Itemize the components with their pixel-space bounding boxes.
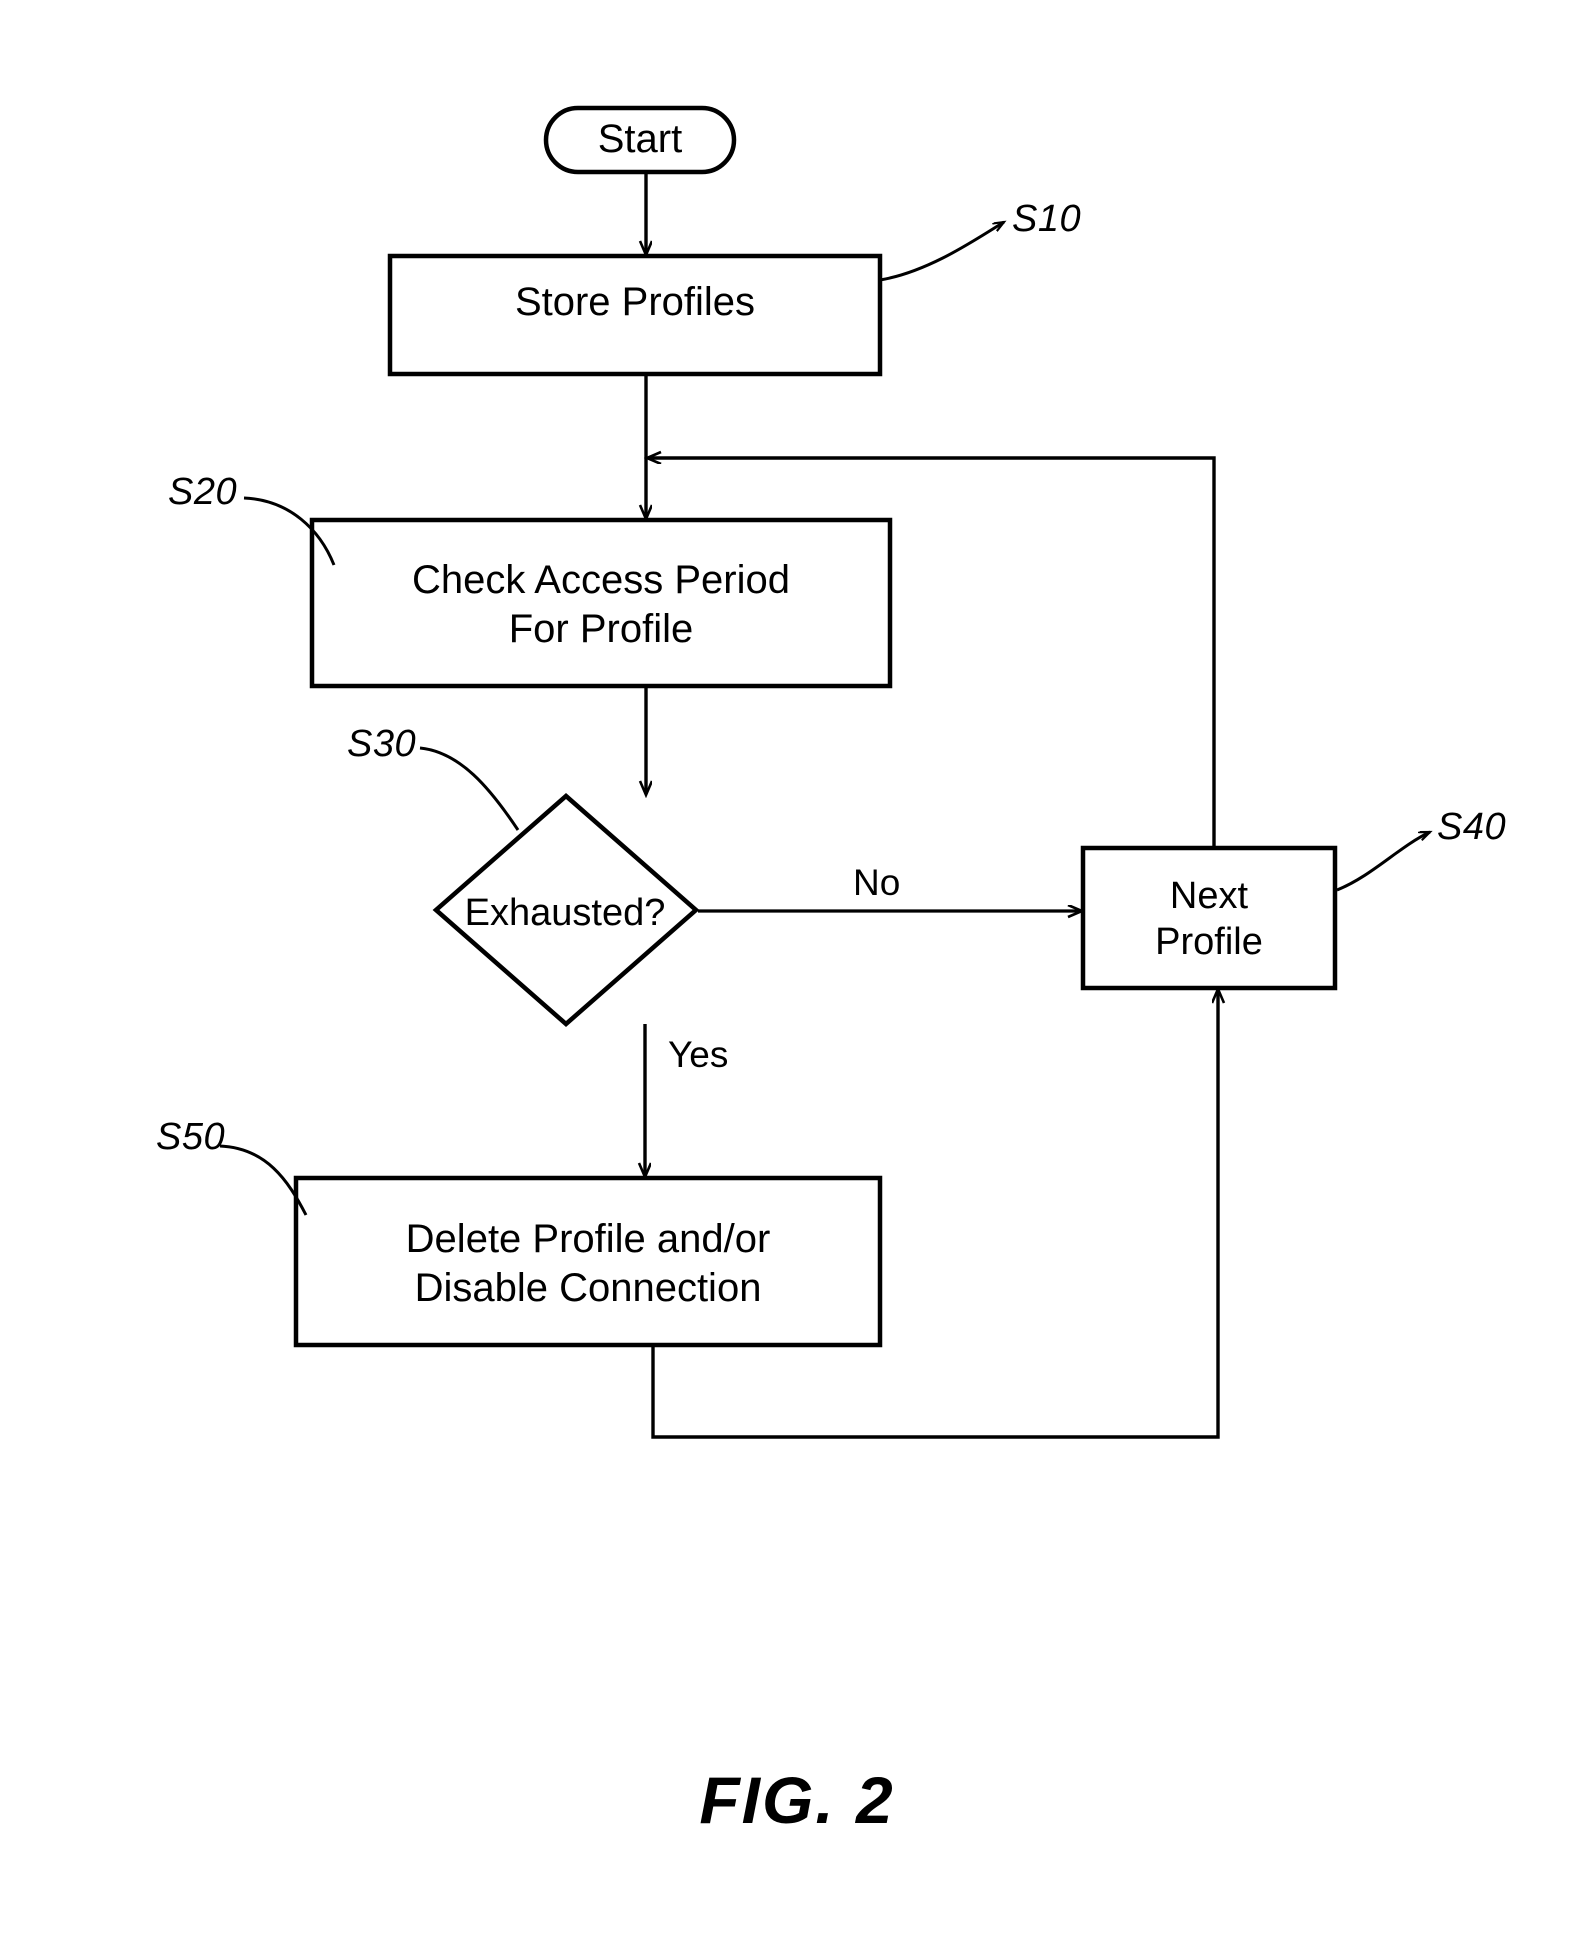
leader-s40 bbox=[1336, 830, 1430, 892]
figure-page: Next Profile --> Delete Profile --> Star… bbox=[0, 0, 1594, 1948]
edge-label-no: No bbox=[853, 862, 901, 903]
reference-numeral-s20: S20 bbox=[168, 471, 238, 513]
leader-s50 bbox=[219, 1144, 308, 1216]
reference-numeral-s30: S30 bbox=[347, 723, 417, 765]
edge-label-yes: Yes bbox=[668, 1034, 729, 1075]
start-terminator bbox=[543, 105, 737, 175]
reference-numeral-s50: S50 bbox=[156, 1116, 226, 1158]
reference-numeral-s40: S40 bbox=[1437, 806, 1507, 848]
leader-s30 bbox=[419, 746, 520, 831]
reference-numeral-s10: S10 bbox=[1012, 198, 1082, 240]
delete-profile-box bbox=[293, 1175, 883, 1348]
store-profiles-box bbox=[387, 253, 883, 377]
flowchart-canvas: Next Profile --> Delete Profile --> bbox=[219, 105, 1594, 1439]
exhausted-decision-diamond bbox=[432, 793, 700, 1027]
check-access-period-box bbox=[309, 517, 893, 689]
leader-s10 bbox=[879, 222, 1004, 282]
next-profile-box bbox=[1080, 845, 1338, 991]
figure-caption: FIG. 2 bbox=[699, 1763, 895, 1837]
